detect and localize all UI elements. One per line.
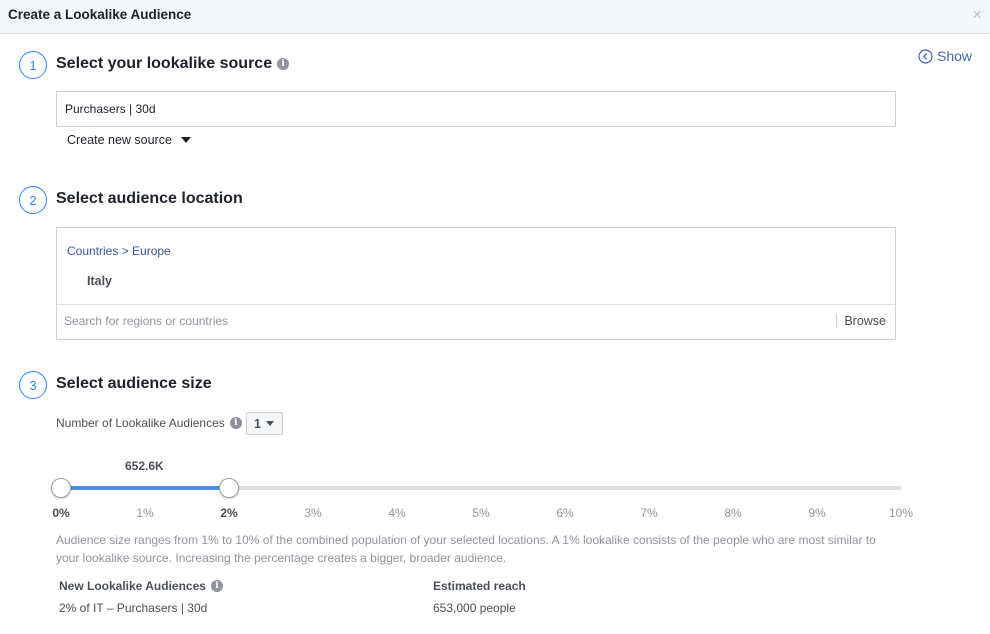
slider-start-handle[interactable] xyxy=(51,478,71,498)
step-1-title: Select your lookalike source xyxy=(56,55,273,72)
step-2-number: 2 xyxy=(19,186,47,214)
new-audiences-header: New Lookalike Audiences xyxy=(59,579,206,593)
slider-tick-label: 10% xyxy=(888,506,914,520)
caret-down-icon xyxy=(180,137,191,143)
slider-tick-label: 6% xyxy=(556,506,574,520)
create-new-source-label: Create new source xyxy=(67,133,172,147)
num-audiences-label: Number of Lookalike Audiences xyxy=(56,416,225,430)
slider-tick-label: 3% xyxy=(304,506,322,520)
location-selector: Countries > Europe Italy Browse xyxy=(56,227,896,340)
slider-tick-label: 5% xyxy=(472,506,490,520)
step-1-number: 1 xyxy=(19,51,47,79)
slider-value-label: 652.6K xyxy=(125,459,164,473)
num-audiences-value: 1 xyxy=(254,416,261,431)
info-icon[interactable]: i xyxy=(229,417,242,429)
new-audiences-header-row: New Lookalike Audiences i xyxy=(59,579,223,593)
slider-tick-label: 1% xyxy=(136,506,154,520)
info-icon[interactable]: i xyxy=(277,58,290,70)
create-new-source-dropdown[interactable]: Create new source xyxy=(67,133,191,147)
audience-size-slider-fill xyxy=(61,486,229,490)
location-breadcrumb[interactable]: Countries > Europe xyxy=(67,244,171,258)
info-icon[interactable]: i xyxy=(210,580,223,592)
slider-tick-label: 4% xyxy=(388,506,406,520)
selected-country[interactable]: Italy xyxy=(87,274,112,288)
num-audiences-label-row: Number of Lookalike Audiences i xyxy=(56,416,242,430)
estimated-reach-header: Estimated reach xyxy=(433,579,526,593)
slider-end-handle[interactable] xyxy=(219,478,239,498)
show-label: Show xyxy=(937,48,973,64)
slider-tick-label: 0% xyxy=(52,506,70,520)
source-value: Purchasers | 30d xyxy=(65,102,156,116)
new-audience-value: 2% of IT – Purchasers | 30d xyxy=(59,601,208,615)
show-link[interactable]: Show xyxy=(918,48,972,64)
close-icon[interactable]: × xyxy=(972,6,982,23)
chevron-left-circle-icon xyxy=(918,48,933,64)
lookalike-source-field[interactable]: Purchasers | 30d xyxy=(56,91,896,127)
slider-tick-label: 8% xyxy=(724,506,742,520)
step-3-title: Select audience size xyxy=(56,375,212,392)
dialog-title: Create a Lookalike Audience xyxy=(8,7,192,22)
dialog-header: Create a Lookalike Audience × xyxy=(0,0,990,34)
caret-down-icon xyxy=(265,421,274,426)
slider-tick-label: 2% xyxy=(220,506,238,520)
num-audiences-select[interactable]: 1 xyxy=(246,412,283,435)
audience-size-help-text: Audience size ranges from 1% to 10% of t… xyxy=(56,533,876,565)
location-search-input[interactable] xyxy=(64,314,764,328)
slider-tick-label: 7% xyxy=(640,506,658,520)
location-search-row: Browse xyxy=(57,304,895,339)
step-3-number: 3 xyxy=(19,371,47,399)
slider-tick-label: 9% xyxy=(808,506,826,520)
step-2-title: Select audience location xyxy=(56,190,243,207)
step-1-title-row: Select your lookalike source i xyxy=(56,55,290,73)
estimated-reach-value: 653,000 people xyxy=(433,601,516,615)
browse-button[interactable]: Browse xyxy=(836,314,886,328)
